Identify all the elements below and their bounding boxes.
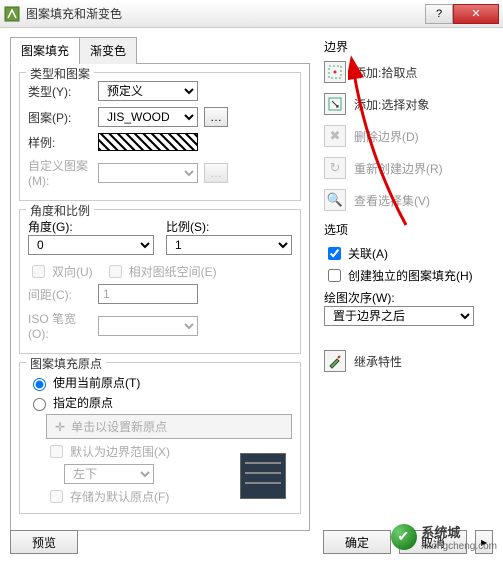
ok-button[interactable]: 确定 <box>323 530 391 554</box>
type-select[interactable]: 预定义 <box>98 81 198 101</box>
watermark-url: xitongcheng.com <box>421 541 497 552</box>
view-selection-label: 查看选择集(V) <box>354 192 430 209</box>
independent-checkbox[interactable]: 创建独立的图案填充(H) <box>324 266 493 285</box>
scale-label: 比例(S): <box>166 218 292 235</box>
remove-boundary-icon: ✖ <box>324 125 346 147</box>
recreate-boundary-icon: ↻ <box>324 157 346 179</box>
hatch-origin-preview <box>240 453 286 499</box>
group-angle-scale: 角度和比例 角度(G): 0 比例(S): 1 双向(U) 相对图纸空间(E) <box>19 209 301 354</box>
window-buttons: ? ✕ <box>425 4 499 24</box>
scale-select[interactable]: 1 <box>166 235 292 255</box>
inherit-icon <box>324 350 346 372</box>
remove-boundary-label: 删除边界(D) <box>354 128 419 145</box>
tab-strip: 图案填充 渐变色 <box>10 36 310 64</box>
iso-width-label: ISO 笔宽(O): <box>28 310 92 341</box>
spacing-label: 间距(C): <box>28 286 92 303</box>
radio-specified-origin[interactable]: 指定的原点 <box>28 394 292 411</box>
boundary-title: 边界 <box>324 38 493 55</box>
close-button[interactable]: ✕ <box>453 4 499 24</box>
add-pick-label: 添加:拾取点 <box>354 64 417 81</box>
crosshair-icon: ✛ <box>55 420 65 434</box>
app-icon <box>4 6 20 22</box>
group-origin-title: 图案填充原点 <box>26 355 106 372</box>
custom-pattern-label: 自定义图案(M): <box>28 157 92 188</box>
corner-select: 左下 <box>64 464 154 484</box>
inherit-label: 继承特性 <box>354 353 402 370</box>
assoc-checkbox[interactable]: 关联(A) <box>324 244 493 263</box>
pick-point-icon <box>324 61 346 83</box>
view-selection-icon: 🔍 <box>324 189 346 211</box>
group-type: 类型和图案 类型(Y): 预定义 图案(P): JIS_WOOD … 样例: 自… <box>19 72 301 201</box>
draw-order-select[interactable]: 置于边界之后 <box>324 306 474 326</box>
bidir-checkbox[interactable]: 双向(U) <box>28 262 93 281</box>
angle-label: 角度(G): <box>28 218 154 235</box>
group-type-title: 类型和图案 <box>26 65 94 82</box>
custom-pattern-browse: … <box>204 163 228 183</box>
preview-button[interactable]: 预览 <box>10 530 78 554</box>
remove-boundary: ✖ 删除边界(D) <box>324 125 493 147</box>
right-column: 边界 添加:拾取点 添加:选择对象 ✖ 删除边界(D) ↻ 重新创建边界(R) … <box>310 36 493 512</box>
inherit-properties[interactable]: 继承特性 <box>324 350 493 372</box>
tab-fill[interactable]: 图案填充 <box>10 37 80 64</box>
add-pick-point[interactable]: 添加:拾取点 <box>324 61 493 83</box>
add-select-label: 添加:选择对象 <box>354 96 429 113</box>
draw-order-label: 绘图次序(W): <box>324 289 493 306</box>
sample-label: 样例: <box>28 134 92 151</box>
select-object-icon <box>324 93 346 115</box>
recreate-boundary: ↻ 重新创建边界(R) <box>324 157 493 179</box>
pattern-select[interactable]: JIS_WOOD <box>98 107 198 127</box>
left-column: 图案填充 渐变色 类型和图案 类型(Y): 预定义 图案(P): JIS_WOO… <box>10 36 310 512</box>
set-new-origin-label: 单击以设置新原点 <box>71 418 167 435</box>
dialog-body: 图案填充 渐变色 类型和图案 类型(Y): 预定义 图案(P): JIS_WOO… <box>0 28 503 512</box>
watermark: 系统城 xitongcheng.com <box>391 522 497 552</box>
titlebar: 图案填充和渐变色 ? ✕ <box>0 0 503 28</box>
pattern-label: 图案(P): <box>28 109 92 126</box>
view-selection: 🔍 查看选择集(V) <box>324 189 493 211</box>
help-button[interactable]: ? <box>425 4 453 24</box>
tab-panel: 类型和图案 类型(Y): 预定义 图案(P): JIS_WOOD … 样例: 自… <box>10 64 310 531</box>
spacing-input <box>98 284 198 304</box>
radio-current-origin[interactable]: 使用当前原点(T) <box>28 374 292 391</box>
paper-space-checkbox[interactable]: 相对图纸空间(E) <box>105 262 217 281</box>
set-new-origin-button: ✛ 单击以设置新原点 <box>46 414 292 439</box>
group-angle-title: 角度和比例 <box>26 202 94 219</box>
recreate-boundary-label: 重新创建边界(R) <box>354 160 443 177</box>
watermark-title: 系统城 <box>421 522 497 541</box>
tab-gradient[interactable]: 渐变色 <box>79 37 137 64</box>
pattern-browse-button[interactable]: … <box>204 107 228 127</box>
window-title: 图案填充和渐变色 <box>26 5 425 22</box>
sample-swatch[interactable] <box>98 133 198 151</box>
iso-width-select <box>98 316 198 336</box>
group-origin: 图案填充原点 使用当前原点(T) 指定的原点 ✛ 单击以设置新原点 默认为边界范… <box>19 362 301 514</box>
custom-pattern-select <box>98 163 198 183</box>
options-title: 选项 <box>324 221 493 238</box>
type-label: 类型(Y): <box>28 83 92 100</box>
angle-select[interactable]: 0 <box>28 235 154 255</box>
watermark-icon <box>391 524 417 550</box>
add-select-object[interactable]: 添加:选择对象 <box>324 93 493 115</box>
